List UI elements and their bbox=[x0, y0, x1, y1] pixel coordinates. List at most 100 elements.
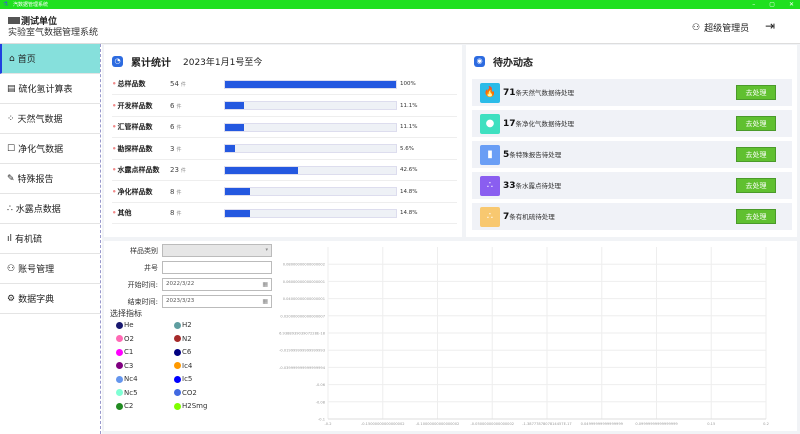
todo-item-icon: ▮ bbox=[480, 144, 500, 165]
close-button[interactable]: ✕ bbox=[789, 0, 794, 9]
stat-progress-fill bbox=[225, 102, 244, 109]
stat-count: 8件 bbox=[170, 209, 195, 217]
todo-item: 🔥 71条天然气数据待处理 去处理 bbox=[472, 79, 792, 106]
indicator-dot bbox=[174, 375, 181, 383]
header: 测试单位 实验室气数据管理系统 ⚇ 超级管理员 ⇥ bbox=[0, 9, 800, 44]
todo-icon: ◉ bbox=[474, 56, 485, 67]
stat-count-value: 6 bbox=[170, 101, 175, 110]
stat-label: 开发样品数 bbox=[112, 101, 170, 111]
sidebar-item-natural-gas[interactable]: ⁘ 天然气数据 bbox=[0, 104, 100, 134]
indicator-h2[interactable]: H2 bbox=[174, 321, 192, 329]
indicator-o2[interactable]: O2 bbox=[116, 335, 134, 343]
calendar-icon: ▦ bbox=[262, 298, 268, 305]
stat-progress-bar bbox=[224, 165, 397, 175]
indicator-dot bbox=[174, 321, 181, 329]
indicator-c1[interactable]: C1 bbox=[116, 348, 133, 356]
todo-count: 71 bbox=[503, 88, 516, 98]
stat-row: 其他8件 14.8% bbox=[112, 203, 457, 224]
indicator-h2smg[interactable]: H2Smg bbox=[174, 402, 207, 410]
indicator-he[interactable]: He bbox=[116, 321, 134, 329]
stat-progress-bar bbox=[224, 79, 397, 89]
process-button[interactable]: 去处理 bbox=[736, 209, 776, 224]
indicator-dot bbox=[174, 389, 181, 396]
title-bar: ⚗ 汽数据管理系统 – ▢ ✕ bbox=[0, 0, 800, 9]
minimize-button[interactable]: – bbox=[752, 0, 755, 9]
sidebar-item-dictionary[interactable]: ⚙ 数据字典 bbox=[0, 284, 100, 314]
stat-label: 总样品数 bbox=[112, 79, 170, 89]
indicator-c2[interactable]: C2 bbox=[116, 402, 133, 410]
well-input[interactable] bbox=[162, 261, 272, 274]
process-button[interactable]: 去处理 bbox=[736, 85, 776, 100]
stat-unit: 件 bbox=[176, 103, 182, 110]
stat-count-value: 54 bbox=[170, 80, 179, 88]
stat-row: 净化样品数8件 14.8% bbox=[112, 182, 457, 203]
stat-unit: 件 bbox=[180, 168, 186, 174]
logout-icon[interactable]: ⇥ bbox=[765, 19, 775, 33]
stats-title: 累计统计 bbox=[131, 58, 171, 69]
stat-label: 水露点样品数 bbox=[112, 165, 170, 175]
y-tick-label: -0.039999999999999994 bbox=[279, 366, 326, 370]
indicator-label: C1 bbox=[124, 348, 134, 356]
start-date-picker[interactable]: 2022/3/22 ▦ bbox=[162, 278, 272, 291]
sidebar-item-organic-sulfur[interactable]: ıl 有机硫 bbox=[0, 224, 100, 254]
accounts-icon: ⚇ bbox=[7, 263, 16, 274]
stat-unit: 件 bbox=[176, 211, 182, 217]
user-icon: ⚇ bbox=[692, 22, 701, 33]
indicator-label: He bbox=[124, 321, 134, 329]
stat-count: 54 件 bbox=[170, 80, 195, 88]
x-tick-label: 0.09999999999999999 bbox=[635, 422, 678, 426]
home-icon: ⌂ bbox=[9, 53, 15, 64]
indicator-dot bbox=[174, 402, 181, 410]
stat-percent: 100% bbox=[400, 81, 416, 87]
sidebar-item-h2s-calc[interactable]: ▤ 硫化氢计算表 bbox=[0, 74, 100, 104]
h2s-calc-icon: ▤ bbox=[7, 83, 16, 94]
todo-item: ∴ 33条水露点待处理 去处理 bbox=[472, 172, 792, 199]
y-tick-label: -0.019999999999999993 bbox=[279, 349, 325, 353]
indicator-nc4[interactable]: Nc4 bbox=[116, 375, 138, 383]
indicator-c3[interactable]: C3 bbox=[116, 362, 133, 370]
maximize-button[interactable]: ▢ bbox=[769, 0, 775, 9]
user-menu[interactable]: ⚇ 超级管理员 bbox=[692, 21, 750, 35]
indicator-ic4[interactable]: Ic4 bbox=[174, 362, 192, 370]
stat-progress-fill bbox=[225, 209, 251, 217]
purified-gas-icon: ☐ bbox=[7, 143, 16, 154]
sample-type-select[interactable]: ▾ bbox=[162, 244, 272, 257]
sidebar-item-accounts[interactable]: ⚇ 账号管理 bbox=[0, 254, 100, 284]
sidebar-item-purified-gas[interactable]: ☐ 净化气数据 bbox=[0, 134, 100, 164]
indicator-co2[interactable]: CO2 bbox=[174, 389, 197, 397]
sidebar-item-label: 水露点数据 bbox=[15, 205, 61, 215]
stat-count-value: 3 bbox=[170, 144, 175, 153]
process-button[interactable]: 去处理 bbox=[736, 178, 776, 193]
todo-card: ◉ 待办动态 🔥 71条天然气数据待处理 去处理 ● 17条净化气数据待处理 去处理 ▮ 5条特… bbox=[466, 45, 797, 237]
stat-row: 勘探样品数3件 5.6% bbox=[112, 139, 457, 160]
sidebar-item-home[interactable]: ⌂ 首页 bbox=[0, 44, 100, 74]
indicator-ic5[interactable]: Ic5 bbox=[174, 375, 192, 383]
stat-count-value: 8 bbox=[170, 209, 175, 217]
process-button[interactable]: 去处理 bbox=[736, 116, 776, 131]
stat-label: 勘探样品数 bbox=[112, 144, 170, 154]
end-date-picker[interactable]: 2023/3/23 ▦ bbox=[162, 295, 272, 308]
stat-label: 汇管样品数 bbox=[112, 122, 170, 132]
stat-unit: 件 bbox=[176, 146, 182, 153]
indicator-c6[interactable]: C6 bbox=[174, 348, 191, 356]
end-date-label: 结束时间: bbox=[127, 298, 158, 306]
sample-type-label: 样品类别 bbox=[130, 247, 158, 255]
indicator-label: C6 bbox=[182, 348, 192, 356]
todo-item: ▮ 5条特殊报告待处理 去处理 bbox=[472, 141, 792, 168]
indicator-dot bbox=[174, 348, 181, 356]
stat-percent: 42.6% bbox=[400, 167, 418, 173]
stat-unit: 件 bbox=[176, 125, 182, 131]
user-name: 超级管理员 bbox=[704, 24, 750, 34]
stat-count-value: 8 bbox=[170, 187, 175, 196]
stat-percent: 14.8% bbox=[400, 210, 418, 216]
process-button[interactable]: 去处理 bbox=[736, 147, 776, 162]
sidebar-item-label: 首页 bbox=[17, 55, 36, 65]
indicator-n2[interactable]: N2 bbox=[174, 335, 192, 343]
sidebar: ⌂ 首页 ▤ 硫化氢计算表 ⁘ 天然气数据 ☐ 净化气数据 ✎ 特殊报告 ∴ 水露点数据 ıl 有机硫 ⚇ 账… bbox=[0, 44, 101, 434]
sidebar-item-special-report[interactable]: ✎ 特殊报告 bbox=[0, 164, 100, 194]
indicator-nc5[interactable]: Nc5 bbox=[116, 389, 138, 397]
indicator-dot bbox=[116, 362, 123, 369]
stat-label: 其他 bbox=[112, 208, 170, 218]
sidebar-item-dew-point[interactable]: ∴ 水露点数据 bbox=[0, 194, 100, 224]
todo-desc: 条天然气数据待处理 bbox=[515, 89, 575, 97]
